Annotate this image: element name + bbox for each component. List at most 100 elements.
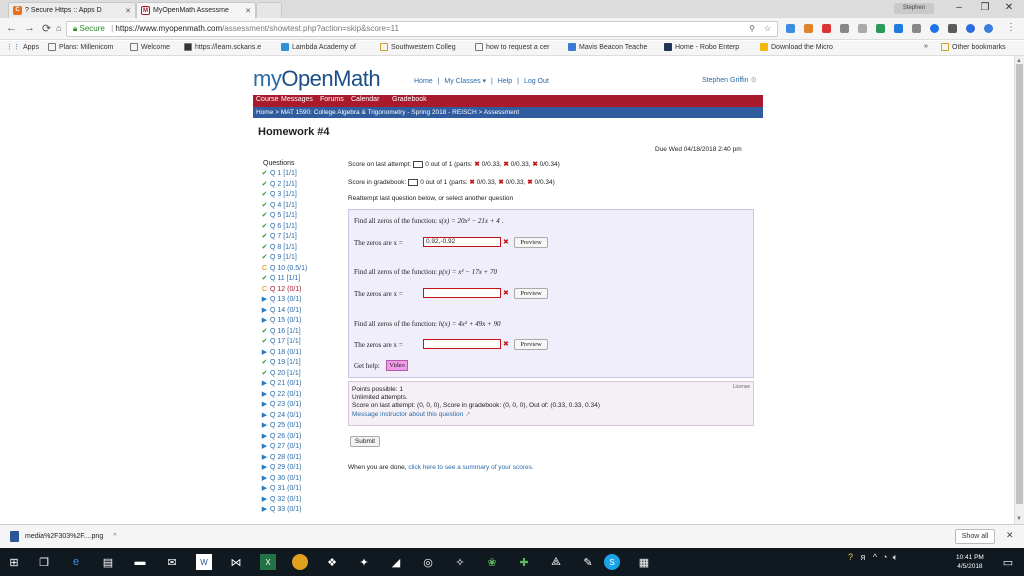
part-2-preview-button[interactable]: Preview: [514, 288, 548, 299]
app-icon[interactable]: ▦: [636, 554, 652, 570]
skype-icon[interactable]: S: [604, 554, 620, 570]
question-item[interactable]: ✔ Q 9 [1/1]: [259, 254, 297, 262]
question-item[interactable]: ▶ Q 18 (0/1): [259, 349, 302, 357]
nav-home[interactable]: Home: [414, 78, 433, 85]
question-item[interactable]: ▶ Q 26 (0/1): [259, 433, 302, 441]
question-item[interactable]: ▶ Q 13 (0/1): [259, 296, 302, 304]
menu-calendar[interactable]: Calendar: [351, 96, 379, 103]
menu-icon[interactable]: ⋮: [1006, 22, 1016, 33]
excel-icon[interactable]: X: [260, 554, 276, 570]
question-item[interactable]: ✔ Q 1 [1/1]: [259, 170, 297, 178]
question-item[interactable]: ✔ Q 3 [1/1]: [259, 191, 297, 199]
extension-icon[interactable]: [786, 24, 795, 33]
question-item[interactable]: ▶ Q 29 (0/1): [259, 464, 302, 472]
network-icon[interactable]: ◔: [882, 552, 887, 562]
extension-icon[interactable]: [804, 24, 813, 33]
question-item[interactable]: CQ 12 (0/1): [259, 286, 302, 294]
minimize-icon[interactable]: –: [948, 2, 970, 13]
question-item[interactable]: ▶ Q 21 (0/1): [259, 380, 302, 388]
bookmarks-overflow[interactable]: »: [924, 43, 928, 50]
restore-icon[interactable]: ❐: [974, 2, 996, 13]
part-3-answer-input[interactable]: [423, 339, 501, 349]
question-item[interactable]: ▶ Q 25 (0/1): [259, 422, 302, 430]
question-item[interactable]: ▶ Q 22 (0/1): [259, 391, 302, 399]
app-icon[interactable]: ◢: [388, 554, 404, 570]
part-1-preview-button[interactable]: Preview: [514, 237, 548, 248]
question-item[interactable]: ✔ Q 6 [1/1]: [259, 223, 297, 231]
part-1-answer-input[interactable]: 0.92,-0.92: [423, 237, 501, 247]
chevron-up-icon[interactable]: ^: [873, 552, 877, 562]
address-bar[interactable]: 🔒︎ Secure | https://www.myopenmath.com/a…: [66, 21, 778, 37]
extension-icon[interactable]: [912, 24, 921, 33]
extension-icon[interactable]: [930, 24, 939, 33]
close-window-icon[interactable]: ✕: [998, 2, 1020, 13]
part-3-preview-button[interactable]: Preview: [514, 339, 548, 350]
nav-log-out[interactable]: Log Out: [524, 78, 549, 85]
menu-course[interactable]: Course: [256, 96, 279, 103]
app-icon[interactable]: ⟁: [548, 554, 564, 570]
question-item[interactable]: ▶ Q 31 (0/1): [259, 485, 302, 493]
tab-secure-https[interactable]: C ? Secure Https :: Apps D ✕: [8, 2, 136, 18]
explorer-icon[interactable]: ▬: [132, 554, 148, 570]
question-item[interactable]: ▶ Q 27 (0/1): [259, 443, 302, 451]
extension-icon[interactable]: [858, 24, 867, 33]
question-item[interactable]: ▶ Q 28 (0/1): [259, 454, 302, 462]
question-item[interactable]: ✔ Q 8 [1/1]: [259, 244, 297, 252]
chevron-up-icon[interactable]: ^: [113, 533, 116, 540]
username[interactable]: Stephen Griffin ⚙: [702, 76, 757, 84]
menu-forums[interactable]: Forums: [320, 96, 344, 103]
nav-my-classes[interactable]: My Classes ▾: [444, 78, 486, 85]
question-item[interactable]: ✔ Q 4 [1/1]: [259, 202, 297, 210]
volume-icon[interactable]: 🔈︎: [893, 552, 898, 562]
close-tab-icon[interactable]: ✕: [125, 7, 131, 15]
tab-myopenmath[interactable]: M MyOpenMath Assessme ✕: [136, 2, 256, 18]
video-help-button[interactable]: Video: [386, 360, 408, 371]
bookmark-item[interactable]: Welcome: [130, 43, 170, 51]
dropbox-icon[interactable]: ❖: [324, 554, 340, 570]
nav-help[interactable]: Help: [498, 78, 512, 85]
help-icon[interactable]: ?: [848, 552, 853, 562]
reload-icon[interactable]: ⟳: [42, 22, 51, 35]
mail-icon[interactable]: ✉: [164, 554, 180, 570]
question-item[interactable]: ✔ Q 5 [1/1]: [259, 212, 297, 220]
scrollbar[interactable]: ▲ ▼: [1014, 56, 1024, 524]
bookmark-item[interactable]: https://learn.sckans.e: [184, 43, 261, 51]
zoom-icon[interactable]: ⚲: [749, 22, 755, 36]
question-item[interactable]: ▶ Q 23 (0/1): [259, 401, 302, 409]
question-item[interactable]: ▶ Q 32 (0/1): [259, 496, 302, 504]
show-all-button[interactable]: Show all: [955, 529, 995, 544]
task-view-icon[interactable]: ❐: [36, 554, 52, 570]
home-icon[interactable]: ⌂: [56, 23, 61, 33]
question-item[interactable]: ✔ Q 17 [1/1]: [259, 338, 301, 346]
gear-icon[interactable]: ⚙: [751, 77, 757, 84]
submit-button[interactable]: Submit: [350, 436, 380, 447]
question-item[interactable]: ▶ Q 33 (0/1): [259, 506, 302, 514]
extension-icon[interactable]: [966, 24, 975, 33]
question-item[interactable]: ✔ Q 2 [1/1]: [259, 181, 297, 189]
app-icon[interactable]: ✎: [580, 554, 596, 570]
windows-start-icon[interactable]: ⊞: [6, 554, 22, 570]
bookmark-item[interactable]: how to request a cer: [475, 43, 549, 51]
myopenmath-logo[interactable]: myOpenMath: [253, 66, 381, 92]
chrome-icon[interactable]: [292, 554, 308, 570]
word-icon[interactable]: W: [196, 554, 212, 570]
app-icon[interactable]: ✧: [452, 554, 468, 570]
people-icon[interactable]: ᴙ: [861, 552, 866, 562]
app-icon[interactable]: ✚: [516, 554, 532, 570]
menu-gradebook[interactable]: Gradebook: [392, 96, 427, 103]
question-item[interactable]: ▶ Q 24 (0/1): [259, 412, 302, 420]
extension-icon[interactable]: [822, 24, 831, 33]
close-tab-icon[interactable]: ✕: [245, 7, 251, 15]
star-icon[interactable]: ☆: [764, 22, 771, 36]
extension-icon[interactable]: [948, 24, 957, 33]
part-2-answer-input[interactable]: [423, 288, 501, 298]
extension-icon[interactable]: [840, 24, 849, 33]
question-item[interactable]: ✔ Q 7 [1/1]: [259, 233, 297, 241]
profile-chip[interactable]: Stephen: [894, 3, 934, 14]
summary-link[interactable]: click here to see a summary of your scor…: [408, 464, 533, 471]
bookmark-item[interactable]: Download the Micro: [760, 43, 833, 51]
question-item[interactable]: ✔ Q 11 [1/1]: [259, 275, 301, 283]
back-icon[interactable]: ←: [6, 22, 17, 34]
forward-icon[interactable]: →: [24, 22, 35, 34]
question-item[interactable]: ✔ Q 20 [1/1]: [259, 370, 301, 378]
